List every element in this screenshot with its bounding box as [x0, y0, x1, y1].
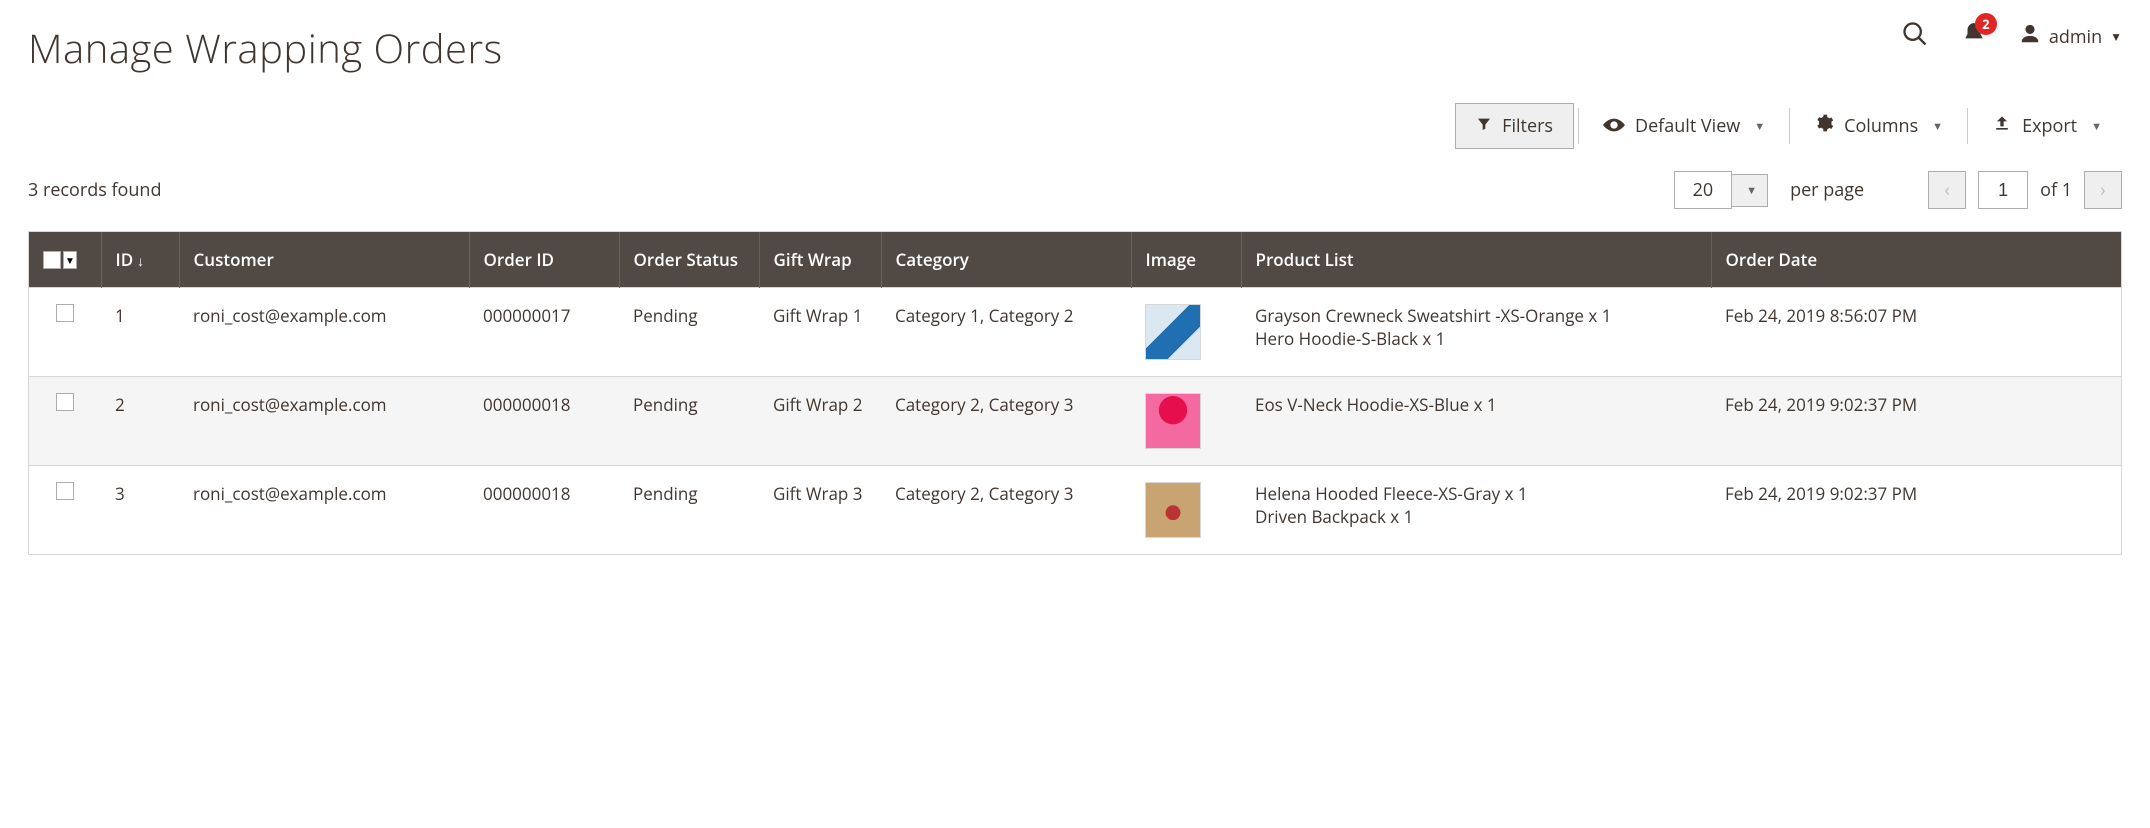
col-image-header[interactable]: Image — [1131, 232, 1241, 288]
cell-order-status: Pending — [619, 288, 759, 377]
cell-order-id: 000000017 — [469, 288, 619, 377]
per-page-select[interactable]: 20 ▼ — [1674, 171, 1768, 209]
user-icon — [2019, 23, 2041, 50]
search-icon[interactable] — [1901, 20, 1929, 53]
records-found-label: 3 records found — [28, 178, 161, 202]
cell-product-list: Grayson Crewneck Sweatshirt -XS-Orange x… — [1241, 288, 1711, 377]
cell-category: Category 1, Category 2 — [881, 288, 1131, 377]
sort-arrow-icon: ↓ — [137, 252, 144, 271]
table-header-row: ▼ ID↓ Customer Order ID Order Status Gif… — [29, 232, 2121, 288]
row-checkbox[interactable] — [56, 393, 74, 411]
filters-button[interactable]: Filters — [1455, 103, 1574, 149]
table-row[interactable]: 3 roni_cost@example.com 000000018 Pendin… — [29, 466, 2121, 555]
eye-icon — [1603, 114, 1625, 138]
col-product-list-header[interactable]: Product List — [1241, 232, 1711, 288]
cell-gift-wrap: Gift Wrap 2 — [759, 377, 881, 466]
prev-page-button[interactable]: ‹ — [1928, 171, 1966, 209]
separator — [1789, 108, 1790, 144]
cell-order-id: 000000018 — [469, 377, 619, 466]
per-page-dropdown-button[interactable]: ▼ — [1732, 174, 1768, 207]
chevron-down-icon: ▼ — [2110, 28, 2122, 45]
header-actions: 2 admin ▼ — [1901, 20, 2122, 53]
col-category-header[interactable]: Category — [881, 232, 1131, 288]
chevron-down-icon: ▼ — [1932, 119, 1943, 134]
notifications-button[interactable]: 2 — [1961, 21, 1987, 52]
cell-customer: roni_cost@example.com — [179, 288, 469, 377]
user-menu[interactable]: admin ▼ — [2019, 23, 2122, 50]
col-customer-header[interactable]: Customer — [179, 232, 469, 288]
cell-category: Category 2, Category 3 — [881, 466, 1131, 555]
cell-customer: roni_cost@example.com — [179, 377, 469, 466]
cell-order-status: Pending — [619, 377, 759, 466]
product-thumbnail — [1145, 482, 1201, 538]
cell-order-date: Feb 24, 2019 9:02:37 PM — [1711, 466, 2121, 555]
select-all-dropdown[interactable]: ▼ — [63, 251, 77, 269]
filter-icon — [1476, 114, 1492, 138]
chevron-down-icon: ▼ — [2091, 119, 2102, 134]
cell-product-list: Eos V-Neck Hoodie-XS-Blue x 1 — [1241, 377, 1711, 466]
cell-order-date: Feb 24, 2019 8:56:07 PM — [1711, 288, 2121, 377]
cell-image — [1131, 288, 1241, 377]
cell-customer: roni_cost@example.com — [179, 466, 469, 555]
page-title: Manage Wrapping Orders — [28, 20, 503, 75]
cell-gift-wrap: Gift Wrap 3 — [759, 466, 881, 555]
col-order-date-header[interactable]: Order Date — [1711, 232, 2121, 288]
cell-order-status: Pending — [619, 466, 759, 555]
col-order-status-header[interactable]: Order Status — [619, 232, 759, 288]
cell-gift-wrap: Gift Wrap 1 — [759, 288, 881, 377]
separator — [1967, 108, 1968, 144]
notifications-badge: 2 — [1975, 13, 1997, 35]
per-page-value: 20 — [1674, 171, 1733, 209]
page-input[interactable] — [1978, 171, 2028, 209]
gear-icon — [1814, 113, 1834, 139]
cell-id: 2 — [101, 377, 179, 466]
of-label: of 1 — [2040, 178, 2072, 202]
cell-category: Category 2, Category 3 — [881, 377, 1131, 466]
export-label: Export — [2022, 114, 2077, 138]
export-button[interactable]: Export ▼ — [1972, 103, 2122, 149]
chevron-down-icon: ▼ — [1754, 119, 1765, 134]
cell-id: 3 — [101, 466, 179, 555]
data-grid: ▼ ID↓ Customer Order ID Order Status Gif… — [28, 231, 2122, 555]
cell-image — [1131, 466, 1241, 555]
chevron-down-icon: ▼ — [1746, 183, 1757, 198]
cell-image — [1131, 377, 1241, 466]
select-all-header[interactable]: ▼ — [29, 232, 101, 288]
default-view-button[interactable]: Default View ▼ — [1583, 104, 1785, 148]
listing-bar: 3 records found 20 ▼ per page ‹ of 1 › — [28, 171, 2122, 209]
default-view-label: Default View — [1635, 114, 1740, 138]
pager: 20 ▼ per page ‹ of 1 › — [1674, 171, 2122, 209]
product-thumbnail — [1145, 304, 1201, 360]
upload-icon — [1992, 113, 2012, 139]
col-id-header[interactable]: ID↓ — [101, 232, 179, 288]
col-gift-wrap-header[interactable]: Gift Wrap — [759, 232, 881, 288]
user-name-label: admin — [2049, 25, 2102, 49]
col-order-id-header[interactable]: Order ID — [469, 232, 619, 288]
product-thumbnail — [1145, 393, 1201, 449]
columns-button[interactable]: Columns ▼ — [1794, 103, 1963, 149]
row-checkbox[interactable] — [56, 482, 74, 500]
separator — [1578, 108, 1579, 144]
select-all-checkbox[interactable] — [43, 251, 61, 269]
cell-order-id: 000000018 — [469, 466, 619, 555]
table-row[interactable]: 2 roni_cost@example.com 000000018 Pendin… — [29, 377, 2121, 466]
page-header: Manage Wrapping Orders 2 admin ▼ — [28, 20, 2122, 75]
next-page-button[interactable]: › — [2084, 171, 2122, 209]
cell-order-date: Feb 24, 2019 9:02:37 PM — [1711, 377, 2121, 466]
grid-toolbar: Filters Default View ▼ Columns ▼ Export … — [28, 103, 2122, 149]
table-row[interactable]: 1 roni_cost@example.com 000000017 Pendin… — [29, 288, 2121, 377]
per-page-label: per page — [1790, 178, 1864, 202]
filters-label: Filters — [1502, 114, 1553, 138]
row-checkbox[interactable] — [56, 304, 74, 322]
cell-product-list: Helena Hooded Fleece-XS-Gray x 1 Driven … — [1241, 466, 1711, 555]
columns-label: Columns — [1844, 114, 1918, 138]
cell-id: 1 — [101, 288, 179, 377]
